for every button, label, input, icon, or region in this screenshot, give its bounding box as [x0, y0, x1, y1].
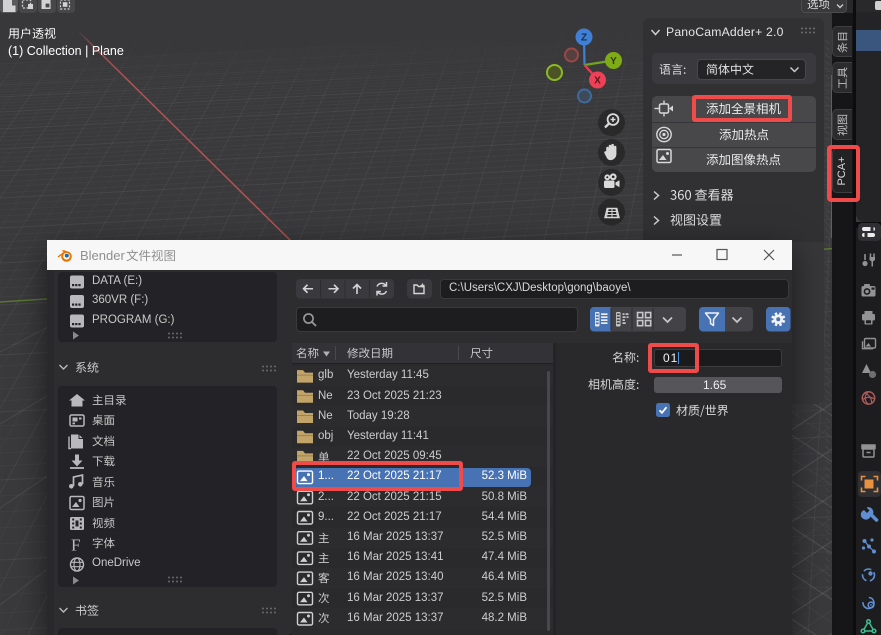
svg-text:Y: Y	[610, 56, 617, 67]
svg-text:F: F	[71, 535, 80, 554]
svg-text:Z: Z	[581, 33, 587, 44]
svg-text:X: X	[594, 76, 601, 87]
